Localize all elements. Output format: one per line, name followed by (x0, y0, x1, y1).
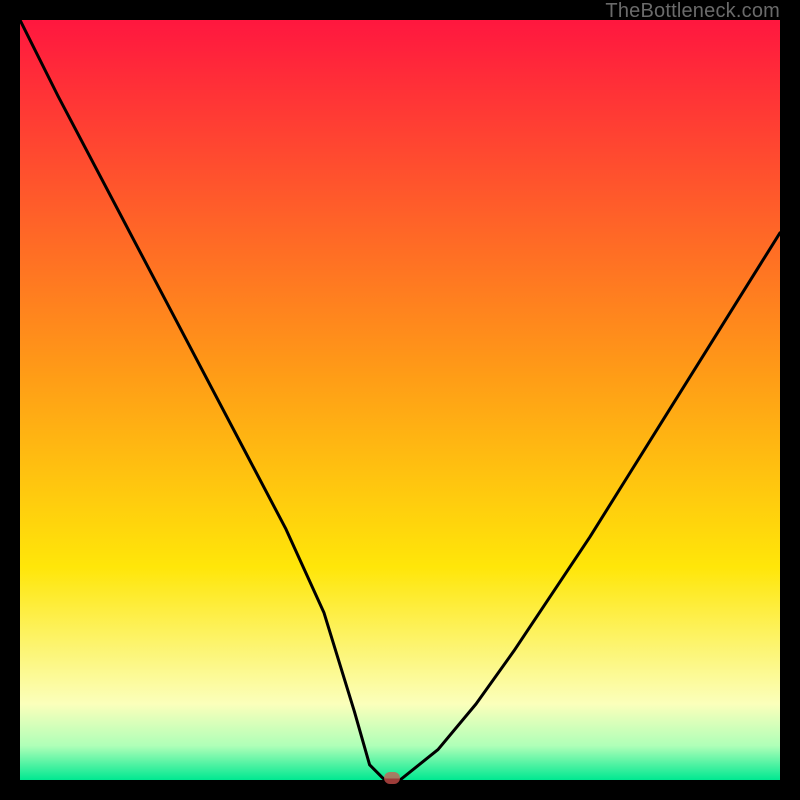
optimal-point-marker (384, 772, 400, 784)
chart-frame (20, 20, 780, 780)
bottleneck-chart (20, 20, 780, 780)
watermark-label: TheBottleneck.com (605, 0, 780, 23)
gradient-background (20, 20, 780, 780)
